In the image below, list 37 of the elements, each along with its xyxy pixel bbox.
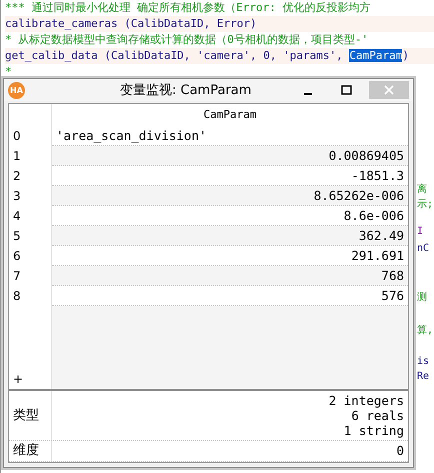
row-index: 8 (9, 286, 52, 306)
info-value: 0 (396, 443, 404, 458)
close-icon (384, 85, 394, 95)
row-index: 2 (9, 166, 52, 186)
minimize-icon (304, 93, 312, 95)
code-comment: * 从标定数据模型中查询存储或计算的数据（0号相机的数据，项目类型-' (5, 33, 368, 46)
code-text: Re (417, 370, 430, 384)
add-row-marker: + (13, 371, 24, 388)
info-value: 2 integers (328, 393, 404, 408)
row-index: 0 (9, 126, 52, 146)
code-text: calibrate_cameras (CalibDataID, Error) (5, 17, 257, 30)
code-comment: 离 (417, 182, 428, 197)
code-text: is (417, 355, 430, 369)
code-comment: 算, (417, 324, 434, 338)
code-text: I (417, 225, 424, 239)
code-comment: 测 (417, 290, 428, 305)
column-header: CamParam (202, 107, 258, 123)
row-index: 4 (9, 206, 52, 226)
info-label: 维度 (9, 441, 52, 461)
selected-text: CamParam (349, 49, 402, 62)
app-logo-icon: HA (8, 82, 25, 98)
code-comment: 示; (417, 198, 434, 212)
info-label: 类型 (9, 391, 52, 440)
window-title: 变量监视: CamParam (120, 82, 252, 99)
info-value: 6 reals (351, 408, 404, 423)
table-cell: 362.49 (52, 226, 408, 246)
code-comment: * (5, 65, 12, 78)
table-cell: 768 (52, 266, 408, 286)
maximize-icon (340, 85, 352, 95)
table-cell: 0.00869405 (52, 146, 408, 166)
code-text: get_calib_data (CalibDataID, 'camera', 0, 'params', (5, 49, 344, 62)
table-cell: 8.65262e-006 (52, 186, 408, 206)
info-value: 1 string (344, 423, 404, 438)
code-text: ) (402, 49, 409, 62)
code-text: nC (417, 242, 430, 256)
code-comment: *** 通过同时最小化处理 确定所有相机参数（Error: 优化的反投影均方 (5, 1, 370, 14)
row-index: 6 (9, 246, 52, 266)
